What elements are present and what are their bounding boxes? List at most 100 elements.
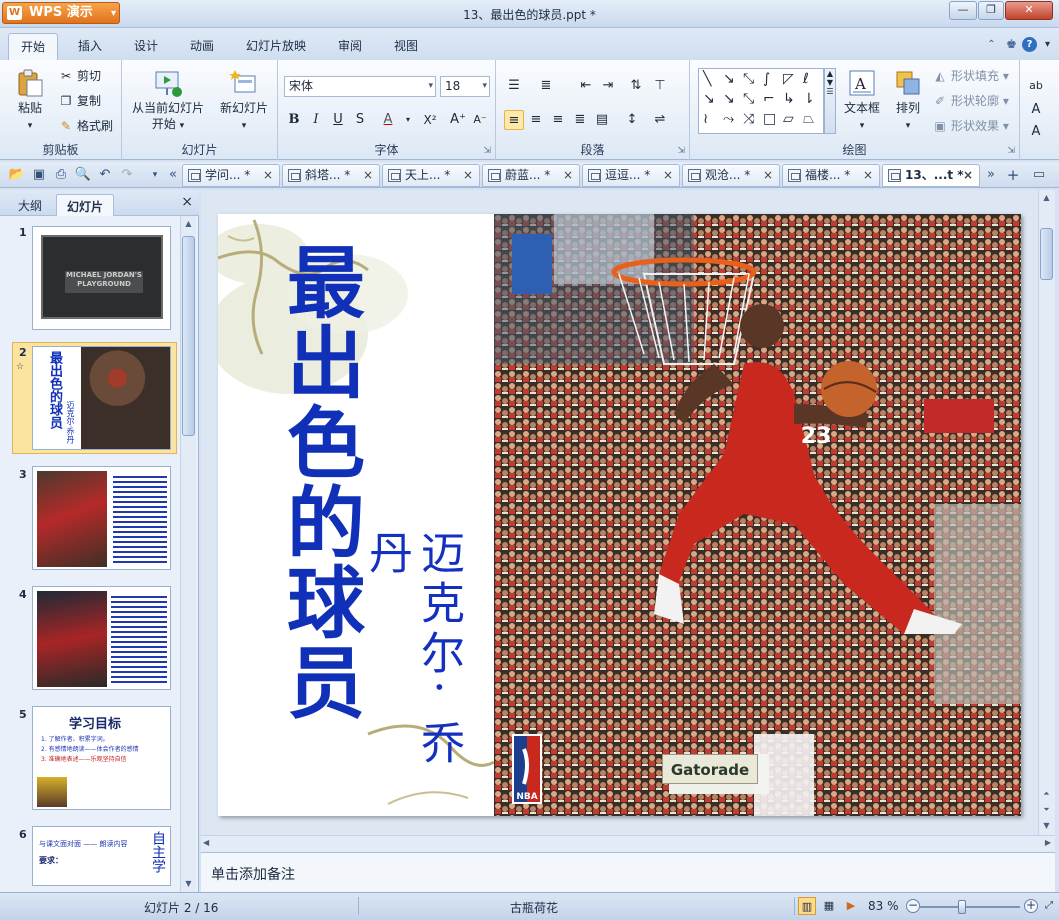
redo-icon[interactable]: ↷ xyxy=(118,166,136,184)
shape-effects-button[interactable]: ▣ 形状效果 ▾ xyxy=(932,116,1009,136)
parallelogram-shape-icon[interactable]: ▱ xyxy=(783,111,794,127)
customize-toolbar-icon[interactable]: ▾ xyxy=(146,166,164,184)
line-spacing-icon[interactable]: ↕ xyxy=(622,110,642,130)
scrollbar-thumb[interactable] xyxy=(182,236,195,436)
maximize-button[interactable]: ❐ xyxy=(978,1,1004,20)
scroll-down-icon[interactable]: ▼ xyxy=(1039,818,1054,834)
slide-vertical-scrollbar[interactable]: ▲ ⏶ ⏷ ▼ xyxy=(1038,190,1055,835)
zoom-in-icon[interactable]: + xyxy=(1024,899,1038,913)
justify-icon[interactable]: ≣ xyxy=(570,110,590,130)
connector-double-shape-icon[interactable]: ⤡ xyxy=(743,91,754,107)
shadow-button[interactable]: S xyxy=(350,110,370,130)
file-tab[interactable]: 天上... * × xyxy=(382,164,480,187)
previous-slide-icon[interactable]: ⏶ xyxy=(1039,786,1054,802)
print-preview-icon[interactable]: 🔍 xyxy=(74,166,92,184)
tab-design[interactable]: 设计 xyxy=(134,37,158,54)
italic-button[interactable]: I xyxy=(306,110,326,130)
file-tab[interactable]: 观沧... * × xyxy=(682,164,780,187)
dialog-launcher-icon[interactable]: ⇲ xyxy=(1007,146,1015,156)
file-tab[interactable]: 逗逗... * × xyxy=(582,164,680,187)
arrow-shape-icon[interactable]: ↘ xyxy=(723,71,735,87)
bullets-icon[interactable]: ☰ xyxy=(504,76,524,96)
slide-thumbnail-5[interactable]: 学习目标 1. 了解作者、积累字词。 2. 有感情地朗读——体会作者的感情 3.… xyxy=(32,706,171,810)
close-window-button[interactable]: ✕ xyxy=(1005,1,1053,20)
dialog-launcher-icon[interactable]: ⇲ xyxy=(483,146,491,156)
tab-slideshow[interactable]: 幻灯片放映 xyxy=(246,37,306,54)
slide-scrollbar-track[interactable]: ▲ ⏶ ⏷ ▼ xyxy=(1039,190,1055,835)
tab-animation[interactable]: 动画 xyxy=(190,37,214,54)
slide-horizontal-scrollbar[interactable]: ◀ ▶ xyxy=(201,835,1055,852)
elbow-arrow-icon[interactable]: ↳ xyxy=(783,91,795,107)
file-tab[interactable]: 福楼... * × xyxy=(782,164,880,187)
align-text-icon[interactable]: ⊤ xyxy=(650,76,670,96)
shapes-gallery[interactable]: ╲ ↘ ⤡ ∫ ◸ ℓ ↘ ↘ ⤡ ⌐ ↳ ⇂ ≀ ⤳ ⤨ □ ▱ ⏢ xyxy=(698,68,824,134)
slideshow-view-icon[interactable]: ▶ xyxy=(842,897,860,915)
increase-indent-icon[interactable]: ⇥ xyxy=(598,76,618,96)
next-slide-icon[interactable]: ⏷ xyxy=(1039,802,1054,818)
decrease-indent-icon[interactable]: ⇤ xyxy=(576,76,596,96)
connector-shape-icon[interactable]: ↘ xyxy=(703,91,715,107)
elbow-connector-icon[interactable]: ⌐ xyxy=(763,91,775,107)
tab-list-icon[interactable]: ▭ xyxy=(1030,166,1048,184)
file-tab[interactable]: 斜塔... * × xyxy=(282,164,380,187)
undo-icon[interactable]: ↶ xyxy=(96,166,114,184)
shape-fill-button[interactable]: ◭ 形状填充 ▾ xyxy=(932,66,1008,86)
zoom-out-icon[interactable]: − xyxy=(906,899,920,913)
slide-title[interactable]: 最出色的球员 xyxy=(270,242,365,722)
close-pane-icon[interactable]: × xyxy=(181,194,193,210)
new-tab-icon[interactable]: + xyxy=(1004,166,1022,184)
increase-font-icon[interactable]: A⁺ xyxy=(448,110,468,130)
align-right-icon[interactable]: ≡ xyxy=(548,110,568,130)
more-icon[interactable]: ▾ xyxy=(1040,37,1055,52)
dialog-launcher-icon[interactable]: ⇲ xyxy=(677,146,685,156)
gallery-scroll[interactable]: ▲ ▼ ☰ xyxy=(824,68,836,134)
zoom-slider-track[interactable] xyxy=(920,906,1020,908)
wordart-icon[interactable]: ab xyxy=(1026,76,1046,96)
zoom-level[interactable]: 83 % xyxy=(868,899,899,913)
elbow-double-icon[interactable]: ⇂ xyxy=(803,91,815,107)
slide-thumbnail-3[interactable] xyxy=(32,466,171,570)
slides-pane-scrollbar[interactable]: ▲ ▼ xyxy=(180,216,196,892)
tab-slides[interactable]: 幻灯片 xyxy=(56,194,115,216)
arrange-button[interactable]: 排列 ▾ xyxy=(888,68,928,134)
tab-home[interactable]: 开始 xyxy=(8,33,59,60)
zoom-slider-thumb[interactable] xyxy=(958,900,966,914)
close-tab-icon[interactable]: × xyxy=(563,165,573,186)
new-slide-button[interactable]: 新幻灯片 ▾ xyxy=(216,68,272,134)
slide-photo[interactable]: 23 Gatorade NBA xyxy=(494,214,1021,816)
scroll-tabs-right-icon[interactable]: » xyxy=(982,166,1000,184)
connector-arrow-shape-icon[interactable]: ↘ xyxy=(723,91,735,107)
font-color-button[interactable]: A xyxy=(378,110,398,130)
notes-placeholder[interactable]: 单击添加备注 xyxy=(211,864,295,884)
slide-thumbnail-1[interactable]: MICHAEL JORDAN'S PLAYGROUND xyxy=(32,226,171,330)
superscript-button[interactable]: X² xyxy=(420,110,440,130)
decrease-font-icon[interactable]: A⁻ xyxy=(470,110,490,130)
current-slide[interactable]: 最出色的球员 迈克尔· 乔丹 23 Gatorade NBA xyxy=(218,214,1021,816)
scribble-shape-icon[interactable]: ℓ xyxy=(803,71,809,87)
trapezoid-shape-icon[interactable]: ⏢ xyxy=(803,111,814,127)
font-size-select[interactable]: 18 ▾ xyxy=(440,76,490,97)
close-tab-icon[interactable]: × xyxy=(963,165,973,186)
scroll-right-icon[interactable]: ▶ xyxy=(1045,838,1051,847)
font-name-select[interactable]: 宋体 ▾ xyxy=(284,76,436,97)
line-shape-icon[interactable]: ╲ xyxy=(703,71,711,87)
slide-thumbnail-2[interactable]: 最出色的球员 迈克尔·乔丹 xyxy=(32,346,171,450)
text-box-button[interactable]: A 文本框 ▾ xyxy=(840,68,884,134)
text-fill-icon[interactable]: A xyxy=(1026,100,1046,120)
close-tab-icon[interactable]: × xyxy=(663,165,673,186)
curved-arrow-icon[interactable]: ⤳ xyxy=(723,111,734,127)
close-tab-icon[interactable]: × xyxy=(363,165,373,186)
curved-double-icon[interactable]: ⤨ xyxy=(743,111,754,127)
minimize-button[interactable]: — xyxy=(949,1,977,20)
format-painter-button[interactable]: ✎ 格式刷 xyxy=(58,116,113,136)
play-from-current-button[interactable]: 从当前幻灯片 开始 ▾ xyxy=(128,68,208,134)
file-tab[interactable]: 学问... * × xyxy=(182,164,280,187)
ribbon-collapse-icon[interactable]: ⌃ xyxy=(984,37,999,52)
open-folder-icon[interactable]: 📂 xyxy=(8,166,26,184)
close-tab-icon[interactable]: × xyxy=(863,165,873,186)
normal-view-icon[interactable]: ▥ xyxy=(798,897,816,915)
fit-window-icon[interactable]: ⤢ xyxy=(1040,897,1058,915)
file-tab[interactable]: 蔚蓝... * × xyxy=(482,164,580,187)
chevron-down-icon[interactable]: ▾ xyxy=(398,110,418,130)
skin-icon[interactable]: ♚ xyxy=(1004,37,1019,52)
